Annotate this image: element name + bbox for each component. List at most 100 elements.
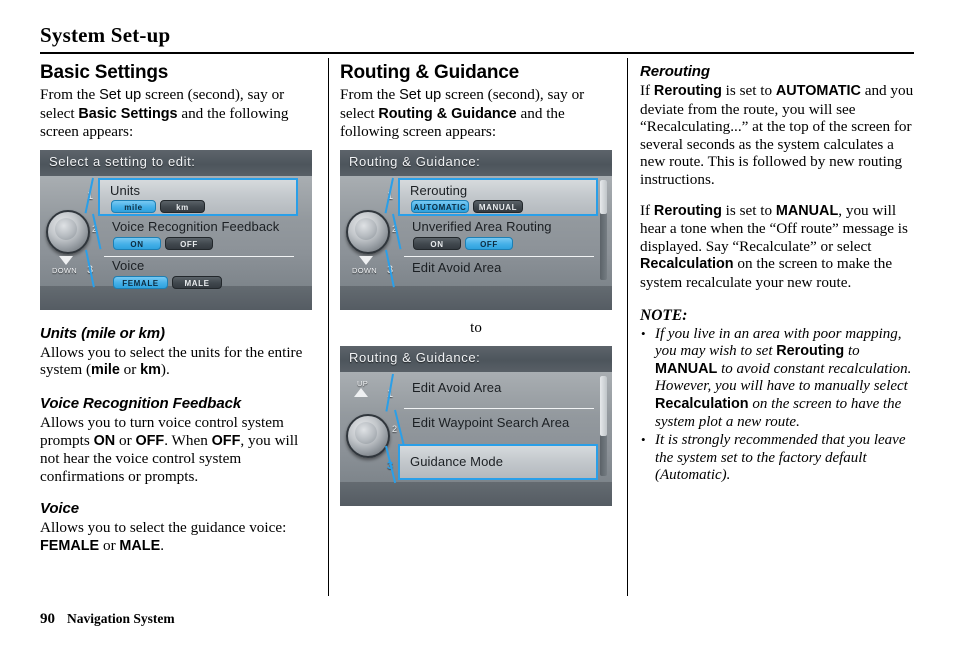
pill-off[interactable]: OFF bbox=[465, 236, 513, 250]
paragraph-rerouting-automatic: If Rerouting is set to AUTOMATIC and you… bbox=[640, 82, 914, 189]
nav-row-units-label: Units bbox=[110, 182, 141, 198]
nav-row-voice[interactable]: Voice FEMALE MALE bbox=[102, 258, 298, 294]
column-routing-guidance: Routing & Guidance From the Set up scree… bbox=[340, 62, 612, 506]
down-label: DOWN bbox=[352, 265, 377, 275]
note1-text-c: to bbox=[844, 343, 860, 360]
note2-text-a: It is strongly recommended that you leav… bbox=[655, 432, 906, 484]
subheading-voice-recognition-feedback: Voice Recognition Feedback bbox=[40, 394, 242, 412]
nav-screen-routing-guidance-2: Routing & Guidance: UP 1 2 3 Edit Avoid … bbox=[340, 345, 612, 506]
units-text-c: ). bbox=[160, 361, 170, 379]
nav-screen-1-list: Rerouting AUTOMATIC MANUAL Unverified Ar… bbox=[394, 176, 601, 286]
intro-setup-label: Set up bbox=[99, 87, 142, 103]
nav-scrollbar-thumb[interactable] bbox=[600, 375, 607, 436]
p1-text-c: is set to bbox=[721, 82, 776, 99]
note-heading: NOTE: bbox=[640, 306, 688, 324]
voice-text-c: . bbox=[160, 536, 164, 554]
nav-row-edit-waypoint-search-area[interactable]: Edit Waypoint Search Area bbox=[402, 410, 598, 443]
mid-intro-a: From the bbox=[340, 86, 400, 103]
down-arrow-icon bbox=[59, 255, 73, 265]
rotary-knob-icon[interactable] bbox=[346, 413, 390, 458]
nav-scrollbar-track[interactable] bbox=[600, 179, 607, 280]
pill-on[interactable]: ON bbox=[413, 236, 461, 250]
column-basic-settings: Basic Settings From the Set up screen (s… bbox=[40, 62, 312, 556]
rotary-knob-icon[interactable] bbox=[46, 209, 90, 254]
nav-row-rerouting[interactable]: Rerouting AUTOMATIC MANUAL bbox=[398, 177, 598, 216]
nav-row-voice-label: Voice bbox=[112, 257, 145, 273]
paragraph-units: Allows you to select the units for the e… bbox=[40, 344, 312, 380]
nav-scrollbar-thumb[interactable] bbox=[600, 179, 607, 214]
row-separator-1 bbox=[404, 255, 594, 257]
pill-km[interactable]: km bbox=[160, 199, 205, 213]
row-separator-1 bbox=[404, 407, 594, 409]
note-list: • If you live in an area with poor mappin… bbox=[640, 326, 914, 485]
page-number: 90 bbox=[40, 611, 55, 627]
nav-row-voice-recognition-feedback[interactable]: Voice Recognition Feedback ON OFF bbox=[102, 218, 298, 255]
page-title: System Set-up bbox=[40, 23, 171, 47]
column-rerouting: Rerouting If Rerouting is set to AUTOMAT… bbox=[640, 62, 914, 486]
down-arrow-icon bbox=[359, 255, 373, 265]
paragraph-rerouting-manual: If Rerouting is set to MANUAL, you will … bbox=[640, 202, 914, 292]
pill-off[interactable]: OFF bbox=[165, 236, 213, 250]
nav-row-edit-avoid-area[interactable]: Edit Avoid Area bbox=[402, 375, 598, 408]
nav-screen-2-title: Routing & Guidance: bbox=[349, 349, 481, 365]
heading-routing-guidance: Routing & Guidance bbox=[340, 62, 520, 83]
nav-screen-title: Select a setting to edit: bbox=[49, 153, 196, 169]
connector-to: to bbox=[470, 319, 482, 336]
pill-on[interactable]: ON bbox=[113, 236, 161, 250]
nav-screen-1-titlebar: Routing & Guidance: bbox=[340, 149, 612, 176]
up-label: UP bbox=[357, 378, 369, 388]
units-bold-km: km bbox=[140, 362, 161, 379]
nav-row-ewsa-label: Edit Waypoint Search Area bbox=[412, 414, 570, 430]
nav-row-unverified-area-routing[interactable]: Unverified Area Routing ON OFF bbox=[402, 218, 598, 255]
vrf-bold-off-2: OFF bbox=[211, 432, 241, 449]
nav-scrollbar-track[interactable] bbox=[600, 375, 607, 476]
nav-row-uar-label: Unverified Area Routing bbox=[412, 218, 552, 234]
bullet-icon: • bbox=[641, 432, 646, 448]
units-text-b: or bbox=[119, 361, 141, 379]
nav-row-guidance-mode[interactable]: Guidance Mode bbox=[398, 443, 598, 480]
note1-bold-manual: MANUAL bbox=[655, 360, 718, 377]
voice-bold-female: FEMALE bbox=[40, 537, 100, 554]
nav-screen-list: Units mile km Voice Recognition Feedback… bbox=[94, 176, 301, 289]
subheading-units: Units (mile or km) bbox=[40, 324, 165, 342]
nav-row-edit-avoid-area[interactable]: Edit Avoid Area bbox=[402, 258, 598, 294]
footer-title: Navigation System bbox=[67, 611, 175, 626]
nav-screen-2-list: Edit Avoid Area Edit Waypoint Search Are… bbox=[394, 372, 601, 482]
bullet-icon: • bbox=[641, 325, 646, 341]
subheading-rerouting: Rerouting bbox=[640, 63, 710, 80]
p1-bold-rerouting: Rerouting bbox=[653, 83, 722, 99]
pill-female[interactable]: FEMALE bbox=[113, 275, 168, 289]
nav-screen-routing-guidance-1: Routing & Guidance: DOWN 1 2 3 Rerouting… bbox=[340, 149, 612, 310]
voice-text-b: or bbox=[99, 536, 120, 554]
p2-bold-recalculation: Recalculation bbox=[640, 256, 734, 273]
mid-intro-rg-label: Routing & Guidance bbox=[378, 105, 517, 122]
subheading-voice: Voice bbox=[40, 500, 79, 518]
vrf-text-b: or bbox=[115, 431, 136, 449]
nav-row-eaa-label: Edit Avoid Area bbox=[412, 259, 502, 275]
p1-bold-automatic: AUTOMATIC bbox=[775, 83, 861, 99]
voice-text-a: Allows you to select the guidance voice: bbox=[40, 519, 287, 537]
nav-screen-basic-settings: Select a setting to edit: DOWN 1 2 3 Uni… bbox=[40, 149, 312, 310]
nav-row-gm-label: Guidance Mode bbox=[410, 453, 504, 469]
down-label: DOWN bbox=[52, 265, 77, 275]
intro-basic-settings-label: Basic Settings bbox=[78, 105, 178, 122]
nav-row-eaa-label: Edit Avoid Area bbox=[412, 379, 502, 395]
note-item-2: • It is strongly recommended that you lea… bbox=[640, 432, 914, 485]
vrf-bold-on: ON bbox=[93, 432, 116, 449]
pill-automatic[interactable]: AUTOMATIC bbox=[411, 199, 469, 213]
heading-basic-settings: Basic Settings bbox=[40, 62, 169, 83]
pill-mile[interactable]: mile bbox=[111, 199, 156, 213]
nav-row-units[interactable]: Units mile km bbox=[98, 177, 298, 216]
row-separator-1 bbox=[104, 255, 294, 257]
nav-screen-1-title: Routing & Guidance: bbox=[349, 153, 481, 169]
note-item-1: • If you live in an area with poor mappin… bbox=[640, 326, 914, 432]
nav-row-vrf-label: Voice Recognition Feedback bbox=[112, 218, 280, 234]
nav-screen-2-footer bbox=[340, 481, 612, 506]
pill-male[interactable]: MALE bbox=[172, 275, 222, 289]
up-arrow-icon bbox=[354, 387, 368, 397]
p2-bold-manual: MANUAL bbox=[775, 202, 839, 219]
nav-screen-titlebar: Select a setting to edit: bbox=[40, 149, 312, 176]
p1-text-a: If bbox=[640, 82, 654, 99]
rotary-knob-icon[interactable] bbox=[346, 209, 390, 254]
pill-manual[interactable]: MANUAL bbox=[473, 199, 523, 213]
